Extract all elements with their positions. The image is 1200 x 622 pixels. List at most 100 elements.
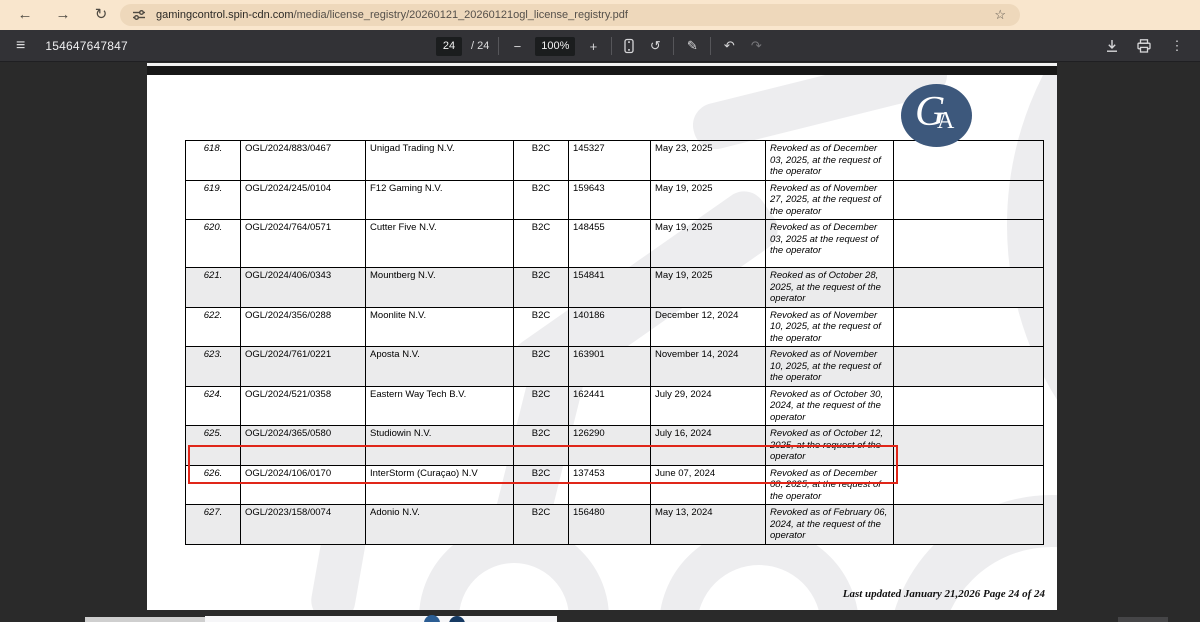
browser-nav-bar: ← → ↻ ⌂ gamingcontrol.spin-cdn.com/media… (0, 0, 1200, 30)
cell-empty (894, 180, 1044, 220)
annotate-pen-icon[interactable]: ✎ (683, 38, 701, 54)
cell-company-name: Cutter Five N.V. (366, 220, 514, 268)
pdf-toolbar: ≡ 154647647847 / 24 − 100% + ↺ ✎ ↶ ↷ (0, 30, 1200, 62)
cell-revocation-note: Revoked as of December 03, 2025, at the … (766, 141, 894, 181)
table-row: 627. OGL/2023/158/0074 Adonio N.V. B2C 1… (186, 505, 1044, 545)
pdf-document-title: 154647647847 (45, 39, 128, 53)
cell-license-code: OGL/2024/356/0288 (241, 307, 366, 347)
cell-date: May 19, 2025 (651, 220, 766, 268)
toolbar-divider (710, 37, 711, 55)
cell-date: July 29, 2024 (651, 386, 766, 426)
cell-empty (894, 426, 1044, 466)
cell-row-number: 621. (186, 268, 241, 308)
cell-license-type: B2C (514, 268, 569, 308)
pdf-menu-icon[interactable]: ≡ (16, 37, 25, 55)
cell-license-type: B2C (514, 505, 569, 545)
cell-row-number: 620. (186, 220, 241, 268)
cell-date: May 13, 2024 (651, 505, 766, 545)
cell-company-name: Unigad Trading N.V. (366, 141, 514, 181)
highlight-box-row-626 (188, 445, 898, 484)
cell-revocation-note: Revoked as of October 30, 2024, at the r… (766, 386, 894, 426)
cell-license-type: B2C (514, 347, 569, 387)
table-row: 622. OGL/2024/356/0288 Moonlite N.V. B2C… (186, 307, 1044, 347)
bottom-window-sliver (1118, 617, 1168, 622)
cell-license-code: OGL/2024/764/0571 (241, 220, 366, 268)
cell-revocation-note: Revoked as of November 10, 2025, at the … (766, 347, 894, 387)
cell-date: December 12, 2024 (651, 307, 766, 347)
cell-date: November 14, 2024 (651, 347, 766, 387)
table-row: 623. OGL/2024/761/0221 Aposta N.V. B2C 1… (186, 347, 1044, 387)
cell-revocation-note: Revoked as of November 27, 2025, at the … (766, 180, 894, 220)
cell-license-type: B2C (514, 220, 569, 268)
cell-row-number: 623. (186, 347, 241, 387)
bottom-window-sliver (205, 616, 557, 622)
url-path: /media/license_registry/20260121_2026012… (294, 9, 628, 21)
site-settings-icon[interactable] (132, 8, 146, 22)
cell-license-number: 163901 (569, 347, 651, 387)
cell-license-type: B2C (514, 180, 569, 220)
cell-license-number: 148455 (569, 220, 651, 268)
cell-revocation-note: Revoked as of December 03, 2025 at the r… (766, 220, 894, 268)
rotate-icon[interactable]: ↺ (646, 38, 664, 54)
zoom-out-button[interactable]: − (508, 39, 526, 54)
zoom-in-button[interactable]: + (584, 39, 602, 54)
cell-row-number: 627. (186, 505, 241, 545)
cell-company-name: Mountberg N.V. (366, 268, 514, 308)
cell-company-name: Eastern Way Tech B.V. (366, 386, 514, 426)
address-bar[interactable]: gamingcontrol.spin-cdn.com/media/license… (120, 4, 1020, 26)
cell-revocation-note: Revoked as of November 10, 2025, at the … (766, 307, 894, 347)
cell-company-name: Aposta N.V. (366, 347, 514, 387)
page-gap-shadow (147, 66, 1057, 75)
pdf-toolbar-center: / 24 − 100% + ↺ ✎ ↶ ↷ (436, 30, 765, 62)
cell-license-code: OGL/2024/521/0358 (241, 386, 366, 426)
cell-license-code: OGL/2023/158/0074 (241, 505, 366, 545)
zoom-level-value[interactable]: 100% (535, 37, 575, 56)
cell-revocation-note: Revoked as of February 06, 2024, at the … (766, 505, 894, 545)
pdf-page: G A 618. OGL/2024/883/0467 Unigad Tradin… (147, 75, 1057, 610)
cell-row-number: 619. (186, 180, 241, 220)
page-number-input[interactable] (436, 37, 462, 56)
cell-license-code: OGL/2024/883/0467 (241, 141, 366, 181)
bookmark-star-icon[interactable]: ☆ (994, 4, 1006, 26)
download-icon[interactable] (1104, 38, 1120, 54)
cell-empty (894, 141, 1044, 181)
table-row: 624. OGL/2024/521/0358 Eastern Way Tech … (186, 386, 1044, 426)
cell-empty (894, 386, 1044, 426)
cell-date: May 19, 2025 (651, 180, 766, 220)
redo-icon[interactable]: ↷ (747, 38, 765, 54)
more-options-icon[interactable]: ⋮ (1168, 38, 1186, 54)
cell-empty (894, 220, 1044, 268)
cell-row-number: 624. (186, 386, 241, 426)
back-icon[interactable]: ← (12, 0, 38, 30)
cell-license-code: OGL/2024/761/0221 (241, 347, 366, 387)
table-row: 621. OGL/2024/406/0343 Mountberg N.V. B2… (186, 268, 1044, 308)
cell-license-type: B2C (514, 141, 569, 181)
pdf-toolbar-right: ⋮ (1104, 30, 1186, 62)
cell-empty (894, 268, 1044, 308)
table-row: 619. OGL/2024/245/0104 F12 Gaming N.V. B… (186, 180, 1044, 220)
bottom-window-sliver (85, 617, 205, 622)
cell-row-number: 622. (186, 307, 241, 347)
page-count-label: / 24 (471, 40, 489, 52)
fit-page-icon[interactable] (621, 38, 637, 54)
cell-company-name: Adonio N.V. (366, 505, 514, 545)
cell-license-number: 140186 (569, 307, 651, 347)
cell-row-number: 618. (186, 141, 241, 181)
cell-company-name: F12 Gaming N.V. (366, 180, 514, 220)
cell-license-type: B2C (514, 307, 569, 347)
toolbar-divider (498, 37, 499, 55)
gaming-authority-logo: G A (901, 84, 972, 147)
forward-icon[interactable]: → (50, 0, 76, 30)
cell-license-number: 162441 (569, 386, 651, 426)
url-text[interactable]: gamingcontrol.spin-cdn.com/media/license… (156, 9, 628, 21)
print-icon[interactable] (1136, 38, 1152, 54)
cell-empty (894, 465, 1044, 505)
cell-license-number: 156480 (569, 505, 651, 545)
table-row: 618. OGL/2024/883/0467 Unigad Trading N.… (186, 141, 1044, 181)
toolbar-divider (673, 37, 674, 55)
page-footer-text: Last updated January 21,2026 Page 24 of … (843, 588, 1045, 600)
reload-icon[interactable]: ↻ (88, 0, 114, 30)
undo-icon[interactable]: ↶ (720, 38, 738, 54)
cell-license-number: 159643 (569, 180, 651, 220)
cell-license-type: B2C (514, 386, 569, 426)
